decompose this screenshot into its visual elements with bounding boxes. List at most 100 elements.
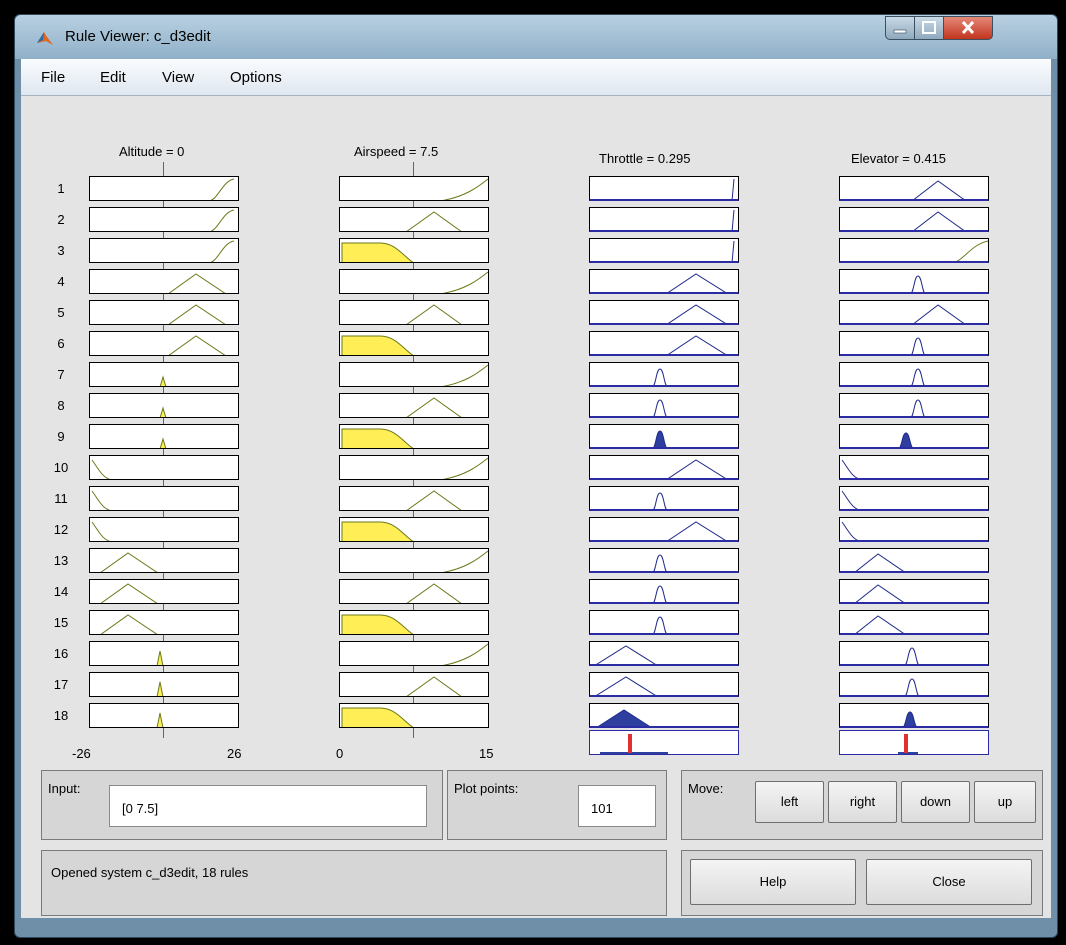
move-label: Move: [688, 781, 724, 796]
rule-number[interactable]: 14 [46, 584, 76, 599]
menu-bar: File Edit View Options [21, 59, 1051, 96]
mf-plot [339, 176, 489, 201]
rule-plot-area: Altitude = 0 Airspeed = 7.5 Throttle = 0… [21, 96, 1051, 918]
mf-plot [839, 486, 989, 511]
mf-plot [589, 331, 739, 356]
minimize-button[interactable] [885, 16, 915, 40]
mf-plot [339, 269, 489, 294]
mf-plot [839, 207, 989, 232]
mf-plot [839, 548, 989, 573]
mf-plot [839, 269, 989, 294]
mf-plot [89, 455, 239, 480]
input-field[interactable]: [0 7.5] [109, 785, 427, 827]
altitude-header: Altitude = 0 [119, 144, 185, 159]
close-button[interactable]: Close [866, 859, 1032, 905]
rule-viewer-window: Rule Viewer: c_d3edit File Edit View Opt… [14, 14, 1058, 938]
mf-plot [339, 641, 489, 666]
move-left-button[interactable]: left [755, 781, 824, 823]
help-button[interactable]: Help [690, 859, 856, 905]
mf-plot [589, 486, 739, 511]
mf-plot [589, 610, 739, 635]
mf-plot [839, 517, 989, 542]
plot-points-field[interactable]: 101 [578, 785, 656, 827]
mf-plot [339, 548, 489, 573]
mf-plot [589, 517, 739, 542]
mf-plot [839, 672, 989, 697]
mf-plot [89, 548, 239, 573]
rule-number[interactable]: 5 [46, 305, 76, 320]
mf-plot [339, 331, 489, 356]
mf-plot [839, 641, 989, 666]
mf-plot [339, 703, 489, 728]
airspeed-header: Airspeed = 7.5 [354, 144, 439, 159]
menu-options[interactable]: Options [230, 69, 282, 86]
plot-points-panel: Plot points: 101 [447, 770, 667, 840]
throttle-header: Throttle = 0.295 [599, 151, 691, 166]
mf-plot [89, 176, 239, 201]
mf-plot [839, 610, 989, 635]
action-panel: Help Close [681, 850, 1043, 916]
rule-number[interactable]: 2 [46, 212, 76, 227]
status-text: Opened system c_d3edit, 18 rules [51, 865, 249, 880]
rule-number[interactable]: 7 [46, 367, 76, 382]
mf-plot [839, 579, 989, 604]
mf-plot [339, 238, 489, 263]
menu-edit[interactable]: Edit [100, 69, 126, 86]
mf-plot [339, 579, 489, 604]
mf-plot [839, 238, 989, 263]
rule-number[interactable]: 3 [46, 243, 76, 258]
rule-number[interactable]: 6 [46, 336, 76, 351]
close-window-button[interactable] [943, 16, 993, 40]
mf-plot [839, 455, 989, 480]
mf-plot [589, 641, 739, 666]
throttle-aggregate-plot [589, 730, 739, 755]
rule-number[interactable]: 8 [46, 398, 76, 413]
move-up-button[interactable]: up [974, 781, 1036, 823]
rule-number[interactable]: 18 [46, 708, 76, 723]
mf-plot [589, 207, 739, 232]
mf-plot [89, 517, 239, 542]
mf-plot [89, 641, 239, 666]
mf-plot [89, 486, 239, 511]
rule-number[interactable]: 4 [46, 274, 76, 289]
mf-plot [589, 672, 739, 697]
altitude-range-min: -26 [72, 746, 91, 761]
rule-number[interactable]: 12 [46, 522, 76, 537]
mf-plot [339, 300, 489, 325]
maximize-button[interactable] [914, 16, 944, 40]
mf-plot [89, 424, 239, 449]
mf-plot [89, 579, 239, 604]
mf-plot [589, 393, 739, 418]
mf-plot [589, 424, 739, 449]
mf-plot [339, 362, 489, 387]
move-panel: Move: left right down up [681, 770, 1043, 840]
plot-points-label: Plot points: [454, 781, 519, 796]
mf-plot [589, 269, 739, 294]
mf-plot [339, 455, 489, 480]
mf-plot [339, 393, 489, 418]
rule-number[interactable]: 17 [46, 677, 76, 692]
mf-plot [89, 393, 239, 418]
matlab-icon [37, 32, 53, 45]
rule-number[interactable]: 9 [46, 429, 76, 444]
mf-plot [89, 610, 239, 635]
mf-plot [89, 331, 239, 356]
menu-view[interactable]: View [162, 69, 194, 86]
move-down-button[interactable]: down [901, 781, 970, 823]
rule-number[interactable]: 13 [46, 553, 76, 568]
mf-plot [589, 455, 739, 480]
menu-file[interactable]: File [41, 69, 65, 86]
minimize-icon [893, 29, 907, 34]
mf-plot [589, 238, 739, 263]
mf-plot [839, 393, 989, 418]
mf-plot [589, 548, 739, 573]
rule-number[interactable]: 10 [46, 460, 76, 475]
move-right-button[interactable]: right [828, 781, 897, 823]
rule-number[interactable]: 1 [46, 181, 76, 196]
rule-number[interactable]: 11 [46, 491, 76, 506]
title-bar[interactable]: Rule Viewer: c_d3edit [15, 15, 1057, 59]
mf-plot [589, 176, 739, 201]
rule-number[interactable]: 16 [46, 646, 76, 661]
window-title: Rule Viewer: c_d3edit [65, 28, 211, 45]
rule-number[interactable]: 15 [46, 615, 76, 630]
